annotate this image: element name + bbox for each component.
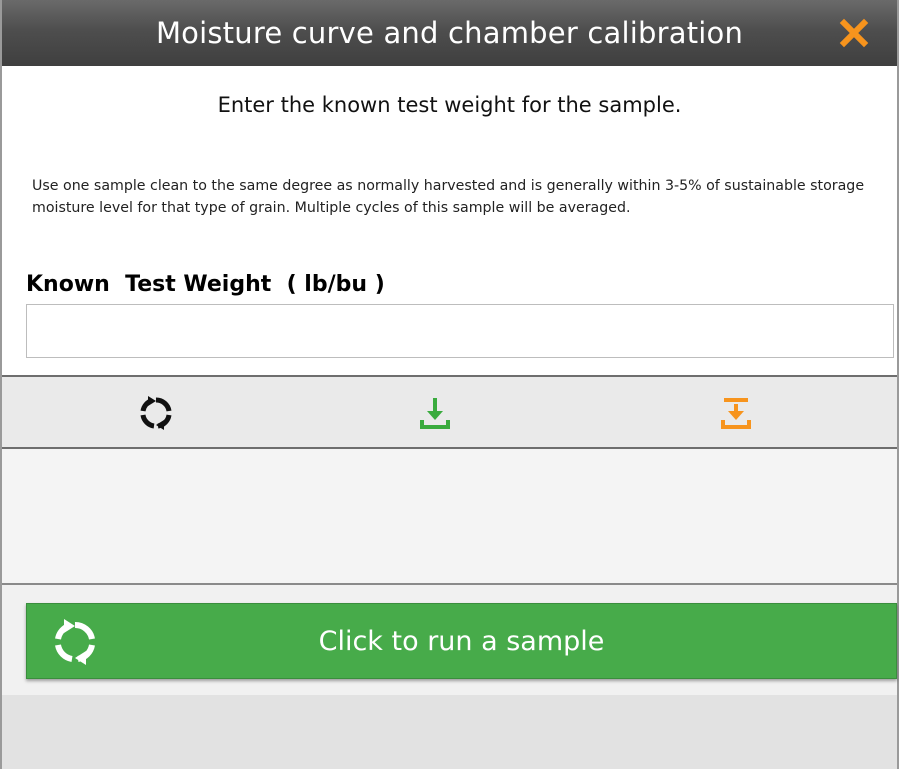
refresh-icon	[55, 619, 95, 665]
refresh-icon	[140, 396, 172, 430]
upload-icon	[721, 398, 751, 429]
results-panel	[2, 449, 897, 583]
close-icon	[839, 18, 869, 48]
upload-button[interactable]	[716, 393, 756, 433]
title-bar: Moisture curve and chamber calibration	[2, 0, 897, 66]
calibration-dialog: Moisture curve and chamber calibration E…	[0, 0, 899, 769]
test-weight-label: Known Test Weight ( lb/bu )	[26, 272, 385, 297]
run-area: Click to run a sample	[2, 583, 897, 769]
test-weight-input[interactable]	[26, 304, 894, 358]
refresh-button[interactable]	[136, 393, 176, 433]
close-button[interactable]	[837, 16, 871, 50]
dialog-title: Moisture curve and chamber calibration	[155, 16, 744, 50]
download-icon	[420, 398, 450, 429]
instruction-description: Use one sample clean to the same degree …	[32, 178, 865, 216]
action-toolbar	[2, 375, 897, 449]
run-sample-label: Click to run a sample	[318, 625, 605, 657]
instruction-prompt: Enter the known test weight for the samp…	[217, 93, 682, 117]
download-button[interactable]	[415, 393, 455, 433]
run-sample-button[interactable]: Click to run a sample	[26, 603, 897, 679]
